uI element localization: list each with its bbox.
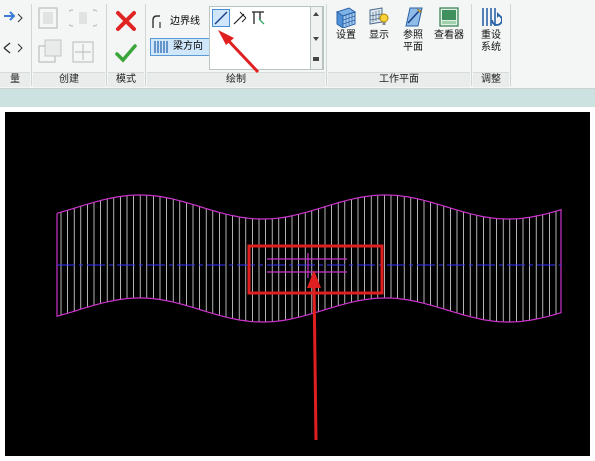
divider [31,4,32,86]
line-draw-icon [214,11,228,25]
divider [471,4,472,86]
panel-label-adjust: 调整 [473,72,509,87]
viewer-icon [439,7,459,27]
adjust-panel: 重设 系统 调整 [473,0,509,88]
viewer-label: 查看器 [434,30,464,41]
draw-panel: 边界线 梁方向 绘制 [147,0,325,88]
reset-system-icon [482,8,502,26]
split-icon[interactable] [2,38,26,58]
create-group-icon[interactable] [69,38,97,66]
workplane-set-label: 设置 [336,30,356,41]
group-icon[interactable] [37,38,65,66]
panel-label-measure: 量 [0,72,30,87]
reference-plane-button[interactable]: 参照 平面 [397,6,429,54]
workplane-set-button[interactable]: 设置 [331,6,361,42]
reference-plane-label-1: 参照 [403,30,423,41]
options-bar [0,89,595,107]
scroll-up-icon[interactable] [313,12,319,16]
scroll-down-icon[interactable] [313,37,319,41]
panel-label-mode: 模式 [108,72,144,87]
pick-supports-icon[interactable] [250,10,266,26]
divider [106,4,107,86]
align-icon[interactable] [2,8,26,28]
reference-plane-icon [405,7,423,27]
gallery-scrollbar[interactable] [310,6,323,70]
span-direction-label: 梁方向 [173,41,203,52]
mode-panel: 模式 [108,0,144,88]
ribbon: 量 创建 模式 边界线 梁方向 绘制 设置 显示 参照 平面 查看器 工作平面 … [0,0,595,89]
boundary-line-label: 边界线 [170,16,200,27]
floor-sketch [56,194,562,323]
boundary-line-button[interactable]: 边界线 [150,14,210,30]
reference-plane-label-2: 平面 [403,42,423,53]
workplane-panel: 设置 显示 参照 平面 查看器 工作平面 [328,0,470,88]
workplane-show-icon [369,7,389,25]
drawing-canvas[interactable] [5,112,590,456]
workplane-show-label: 显示 [369,30,389,41]
reset-system-button[interactable]: 重设 系统 [476,6,506,54]
line-draw-button[interactable] [212,9,230,27]
pick-lines-icon[interactable] [232,10,248,26]
create-panel: 创建 [33,0,105,88]
workplane-set-icon [335,7,357,28]
span-direction-button[interactable]: 梁方向 [150,38,210,56]
panel-label-draw: 绘制 [147,72,325,87]
measure-panel: 量 [0,0,30,88]
divider [510,4,511,86]
reset-system-label-1: 重设 [481,30,501,41]
cancel-x-icon[interactable] [115,10,137,32]
gallery-expand-icon[interactable] [313,57,319,61]
panel-label-create: 创建 [33,72,105,87]
divider [326,4,327,86]
component-icon[interactable] [37,4,61,32]
panel-label-workplane: 工作平面 [328,72,470,87]
reset-system-label-2: 系统 [481,42,501,53]
span-direction-icon [154,41,168,53]
family-icon[interactable] [69,4,97,32]
viewer-button[interactable]: 查看器 [431,6,467,42]
draw-gallery [209,6,324,70]
workplane-show-button[interactable]: 显示 [364,6,394,42]
finish-check-icon[interactable] [115,42,137,64]
boundary-line-icon [152,15,161,28]
divider [145,4,146,86]
